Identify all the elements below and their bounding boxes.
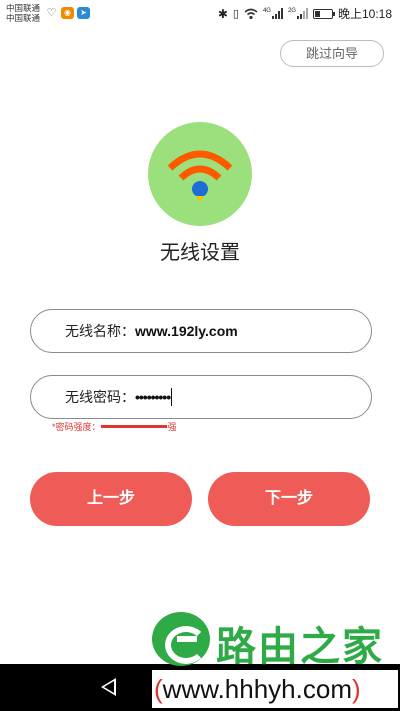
watermark-url: (www.hhhyh.com)	[152, 670, 398, 708]
network-type-1: 4G	[262, 8, 271, 14]
airplane-app-icon: ➤	[77, 7, 90, 19]
strength-level: 强	[167, 422, 177, 432]
strength-label: *密码强度：	[52, 422, 101, 432]
url-open-paren: (	[154, 674, 163, 704]
signal-icon-1: 4G	[263, 8, 283, 19]
password-field[interactable]: 无线密码： •••••••••	[30, 375, 372, 419]
wifi-icon	[244, 8, 258, 19]
clock: 晚上10:18	[337, 7, 392, 21]
status-bar: 中国联通 中国联通 ♡ ◉ ➤ ✱ ▯ 4G 2G 晚上10:18	[0, 0, 400, 28]
page-title: 无线设置	[160, 242, 240, 264]
strength-bar	[100, 425, 167, 428]
carrier-2: 中国联通	[6, 13, 41, 23]
back-icon[interactable]	[101, 678, 116, 696]
skip-wizard-button[interactable]: 跳过向导	[280, 40, 384, 67]
watermark-brand: 路由之家	[216, 625, 384, 669]
bluetooth-icon: ✱	[217, 6, 228, 21]
next-step-button[interactable]: 下一步	[208, 472, 370, 526]
text-caret	[171, 388, 173, 406]
weibo-icon: ◉	[61, 7, 74, 19]
notification-icons: ♡ ◉ ➤	[45, 7, 90, 19]
ssid-value[interactable]: www.192ly.com	[135, 323, 238, 339]
previous-step-button[interactable]: 上一步	[30, 472, 192, 526]
password-label: 无线密码：	[65, 389, 135, 405]
signal-icon-2: 2G	[288, 8, 308, 19]
carrier-1: 中国联通	[6, 3, 41, 13]
password-strength: *密码强度： 强	[52, 420, 177, 433]
wifi-logo	[148, 122, 252, 226]
carrier-labels: 中国联通 中国联通	[6, 3, 40, 23]
url-text: www.hhhyh.com	[162, 674, 352, 704]
wifi-icon	[167, 150, 233, 202]
heart-icon: ♡	[46, 7, 57, 19]
url-close-paren: )	[351, 674, 361, 704]
vibrate-icon: ▯	[232, 8, 239, 20]
status-indicators: ✱ ▯ 4G 2G 晚上10:18	[218, 5, 392, 22]
network-type-2: 2G	[287, 8, 296, 14]
password-value[interactable]: •••••••••	[135, 389, 171, 405]
ssid-label: 无线名称：	[65, 323, 135, 339]
ssid-field[interactable]: 无线名称： www.192ly.com	[30, 309, 372, 353]
battery-icon	[312, 8, 335, 19]
watermark-logo	[152, 612, 210, 666]
